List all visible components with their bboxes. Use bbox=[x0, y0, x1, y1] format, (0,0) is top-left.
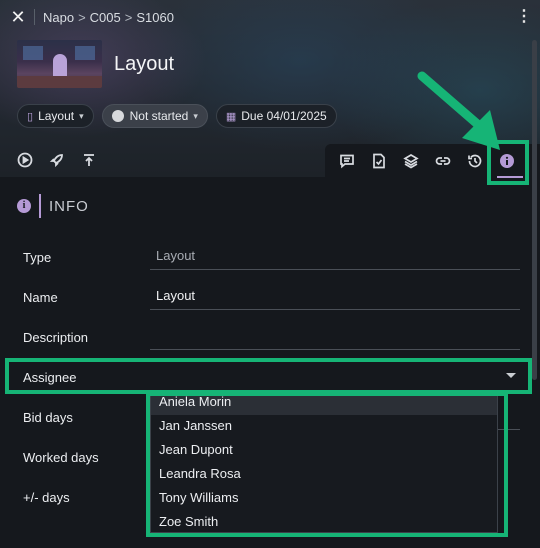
status-label: Not started bbox=[129, 109, 189, 123]
status-chip[interactable]: Not started ▾ bbox=[101, 104, 208, 128]
description-field[interactable] bbox=[150, 324, 520, 350]
left-toolbar bbox=[15, 150, 99, 170]
chevron-down-icon: ▾ bbox=[193, 110, 198, 121]
scrollbar[interactable] bbox=[532, 40, 537, 380]
dropdown-highlight bbox=[146, 392, 508, 537]
chevron-right-icon: > bbox=[124, 9, 133, 25]
info-section-header: i INFO bbox=[17, 194, 89, 218]
section-title: INFO bbox=[49, 197, 89, 215]
breadcrumb-project[interactable]: Napo bbox=[43, 10, 74, 25]
task-type-label: Layout bbox=[38, 109, 75, 123]
name-field[interactable]: Layout bbox=[150, 284, 520, 310]
chevron-right-icon: > bbox=[78, 9, 86, 25]
task-chips: ▯ Layout ▾ Not started ▾ ▦ Due 04/01/202… bbox=[17, 104, 337, 128]
description-label: Description bbox=[23, 330, 89, 345]
due-date-label: Due 04/01/2025 bbox=[241, 109, 327, 123]
delta-days-label: +/- days bbox=[23, 490, 70, 505]
type-field[interactable]: Layout bbox=[150, 244, 520, 270]
publish-icon[interactable] bbox=[79, 150, 99, 170]
due-date-chip[interactable]: ▦ Due 04/01/2025 bbox=[215, 104, 337, 128]
close-icon[interactable]: ✕ bbox=[8, 7, 28, 27]
top-bar: ✕ Napo > C005 > S1060 ⋮ bbox=[0, 0, 540, 34]
more-options-icon[interactable]: ⋮ bbox=[516, 8, 532, 26]
checklist-icon[interactable] bbox=[368, 151, 390, 171]
page-title: Layout bbox=[114, 53, 175, 75]
comments-icon[interactable] bbox=[336, 151, 358, 171]
type-label: Type bbox=[23, 250, 52, 265]
breadcrumb: Napo > C005 > S1060 bbox=[34, 9, 174, 25]
shot-thumbnail[interactable] bbox=[17, 40, 102, 88]
breadcrumb-episode[interactable]: C005 bbox=[90, 10, 121, 25]
task-type-chip[interactable]: ▯ Layout ▾ bbox=[17, 104, 94, 128]
info-tab-highlight bbox=[487, 140, 529, 185]
assignee-highlight bbox=[5, 358, 532, 394]
worked-days-label: Worked days bbox=[23, 450, 99, 465]
info-icon: i bbox=[17, 199, 31, 213]
section-divider bbox=[39, 194, 41, 218]
status-dot-icon bbox=[111, 110, 124, 122]
breadcrumb-shot[interactable]: S1060 bbox=[136, 10, 174, 25]
chevron-down-icon: ▾ bbox=[79, 110, 84, 121]
rocket-icon[interactable] bbox=[47, 150, 67, 170]
calendar-icon: ▦ bbox=[225, 110, 237, 123]
document-icon: ▯ bbox=[27, 110, 34, 123]
bid-days-label: Bid days bbox=[23, 410, 73, 425]
play-icon[interactable] bbox=[15, 150, 35, 170]
name-label: Name bbox=[23, 290, 58, 305]
